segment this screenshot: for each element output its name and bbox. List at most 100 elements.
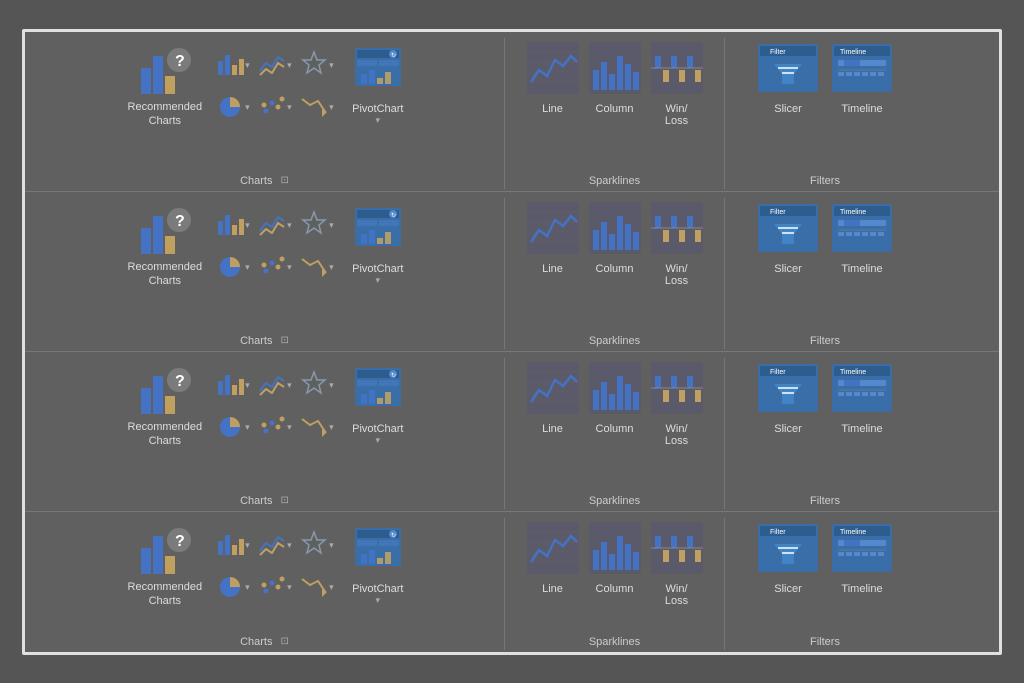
filter-timeline-button[interactable]: Timeline Timeline (830, 42, 894, 167)
filter-slicer-button[interactable]: Filter Slicer (756, 202, 820, 327)
filter-timeline-button[interactable]: Timeline Timeline (830, 522, 894, 628)
chart-type-button-5[interactable]: ▾ (300, 408, 340, 448)
sparkline-line-button[interactable]: Line (527, 522, 579, 628)
charts-expand-icon[interactable]: ⊡ (281, 335, 289, 346)
chart-type-button-2[interactable]: ▾ (300, 206, 340, 246)
chart-dropdown-arrow-5[interactable]: ▾ (329, 262, 334, 273)
pivotchart-button[interactable]: ↻ PivotChart ▾ (348, 522, 407, 608)
chart-dropdown-arrow-5[interactable]: ▾ (329, 422, 334, 433)
filters-section-label: Filters (810, 171, 840, 187)
chart-dropdown-arrow-3[interactable]: ▾ (245, 422, 250, 433)
sparklines-section: Line Column (505, 518, 725, 650)
chart-type-button-0[interactable]: ▾ (216, 526, 256, 566)
chart-type-icon-4 (258, 411, 286, 444)
chart-type-button-0[interactable]: ▾ (216, 46, 256, 86)
recommended-charts-button[interactable]: ? RecommendedCharts (122, 42, 209, 133)
pivotchart-button[interactable]: ↻ PivotChart ▾ (348, 362, 407, 448)
sparkline-column-button[interactable]: Column (589, 522, 641, 628)
filter-timeline-label: Timeline (841, 263, 882, 275)
chart-type-button-2[interactable]: ▾ (300, 526, 340, 566)
chart-type-button-4[interactable]: ▾ (258, 568, 298, 608)
filters-section-label: Filters (810, 632, 840, 648)
sparkline-winloss-button[interactable]: Win/ Loss (651, 42, 703, 167)
sparkline-winloss-label: Win/ Loss (665, 583, 688, 607)
charts-expand-icon[interactable]: ⊡ (281, 175, 289, 186)
chart-type-button-5[interactable]: ▾ (300, 248, 340, 288)
filter-slicer-button[interactable]: Filter Slicer (756, 522, 820, 628)
sparkline-column-button[interactable]: Column (589, 42, 641, 167)
chart-dropdown-arrow-5[interactable]: ▾ (329, 102, 334, 113)
chart-dropdown-arrow-4[interactable]: ▾ (287, 582, 292, 593)
chart-type-button-2[interactable]: ▾ (300, 366, 340, 406)
chart-type-icon-1 (258, 49, 286, 82)
chart-dropdown-arrow-5[interactable]: ▾ (329, 582, 334, 593)
chart-dropdown-arrow-0[interactable]: ▾ (245, 540, 250, 551)
chart-dropdown-arrow-1[interactable]: ▾ (287, 60, 292, 71)
filter-slicer-button[interactable]: Filter Slicer (756, 42, 820, 167)
chart-dropdown-arrow-3[interactable]: ▾ (245, 582, 250, 593)
chart-dropdown-arrow-1[interactable]: ▾ (287, 220, 292, 231)
chart-type-button-5[interactable]: ▾ (300, 88, 340, 128)
chart-dropdown-arrow-2[interactable]: ▾ (329, 540, 334, 551)
sparkline-winloss-button[interactable]: Win/ Loss (651, 362, 703, 487)
sparkline-line-button[interactable]: Line (527, 362, 579, 487)
sparkline-line-button[interactable]: Line (527, 202, 579, 327)
chart-dropdown-arrow-4[interactable]: ▾ (287, 422, 292, 433)
chart-dropdown-arrow-0[interactable]: ▾ (245, 220, 250, 231)
chart-dropdown-arrow-3[interactable]: ▾ (245, 262, 250, 273)
chart-type-button-1[interactable]: ▾ (258, 206, 298, 246)
filter-timeline-icon: Timeline (830, 522, 894, 579)
filter-slicer-icon: Filter (756, 202, 820, 259)
pivotchart-button[interactable]: ↻ PivotChart ▾ (348, 42, 407, 128)
chart-type-icon-0 (216, 209, 244, 242)
chart-dropdown-arrow-0[interactable]: ▾ (245, 60, 250, 71)
sparkline-line-label: Line (542, 263, 563, 275)
chart-type-button-1[interactable]: ▾ (258, 366, 298, 406)
sparkline-line-button[interactable]: Line (527, 42, 579, 167)
chart-type-button-0[interactable]: ▾ (216, 206, 256, 246)
recommended-charts-button[interactable]: ? RecommendedCharts (122, 202, 209, 293)
chart-type-button-3[interactable]: ▾ (216, 568, 256, 608)
chart-type-button-3[interactable]: ▾ (216, 248, 256, 288)
chart-type-button-4[interactable]: ▾ (258, 248, 298, 288)
recommended-charts-button[interactable]: ? RecommendedCharts (122, 362, 209, 453)
chart-dropdown-arrow-1[interactable]: ▾ (287, 540, 292, 551)
chart-type-button-2[interactable]: ▾ (300, 46, 340, 86)
chart-dropdown-arrow-1[interactable]: ▾ (287, 380, 292, 391)
svg-text:Filter: Filter (770, 209, 786, 216)
charts-expand-icon[interactable]: ⊡ (281, 495, 289, 506)
chart-type-button-1[interactable]: ▾ (258, 46, 298, 86)
filter-timeline-button[interactable]: Timeline Timeline (830, 202, 894, 327)
pivotchart-arrow[interactable]: ▾ (376, 115, 381, 126)
chart-dropdown-arrow-2[interactable]: ▾ (329, 60, 334, 71)
chart-dropdown-arrow-4[interactable]: ▾ (287, 102, 292, 113)
pivotchart-label: PivotChart (352, 583, 403, 595)
sparkline-column-label: Column (596, 263, 634, 275)
sparkline-column-button[interactable]: Column (589, 202, 641, 327)
recommended-charts-button[interactable]: ? RecommendedCharts (122, 522, 209, 613)
filter-slicer-button[interactable]: Filter Slicer (756, 362, 820, 487)
chart-type-button-4[interactable]: ▾ (258, 408, 298, 448)
pivotchart-arrow[interactable]: ▾ (376, 595, 381, 606)
chart-type-button-3[interactable]: ▾ (216, 408, 256, 448)
pivotchart-button[interactable]: ↻ PivotChart ▾ (348, 202, 407, 288)
chart-type-grid: ▾ ▾ ▾ ▾ ▾ (216, 366, 340, 448)
chart-dropdown-arrow-3[interactable]: ▾ (245, 102, 250, 113)
chart-dropdown-arrow-2[interactable]: ▾ (329, 220, 334, 231)
filter-timeline-button[interactable]: Timeline Timeline (830, 362, 894, 487)
chart-dropdown-arrow-0[interactable]: ▾ (245, 380, 250, 391)
pivotchart-arrow[interactable]: ▾ (376, 275, 381, 286)
charts-expand-icon[interactable]: ⊡ (281, 636, 289, 647)
chart-dropdown-arrow-4[interactable]: ▾ (287, 262, 292, 273)
sparkline-column-button[interactable]: Column (589, 362, 641, 487)
chart-type-icon-2 (300, 529, 328, 562)
sparkline-winloss-button[interactable]: Win/ Loss (651, 522, 703, 628)
chart-type-button-3[interactable]: ▾ (216, 88, 256, 128)
chart-type-button-5[interactable]: ▾ (300, 568, 340, 608)
pivotchart-arrow[interactable]: ▾ (376, 435, 381, 446)
chart-dropdown-arrow-2[interactable]: ▾ (329, 380, 334, 391)
chart-type-button-1[interactable]: ▾ (258, 526, 298, 566)
chart-type-button-4[interactable]: ▾ (258, 88, 298, 128)
sparkline-winloss-button[interactable]: Win/ Loss (651, 202, 703, 327)
chart-type-button-0[interactable]: ▾ (216, 366, 256, 406)
